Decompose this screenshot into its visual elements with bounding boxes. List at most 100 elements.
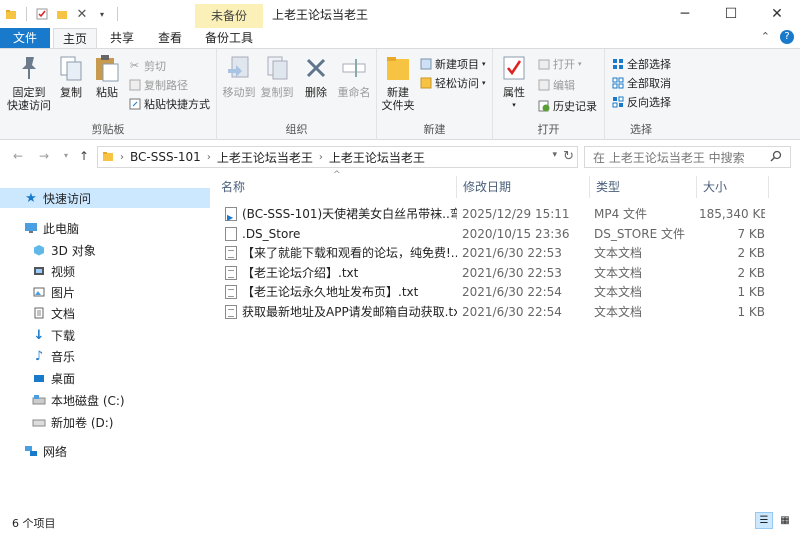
nav-quick-access[interactable]: ★ 快速访问 [0,188,210,208]
column-header-date[interactable]: 修改日期 [457,176,590,198]
invert-selection-icon [611,95,624,108]
pin-quick-access-button[interactable]: 固定到 快速访问 [6,53,52,112]
column-header-type[interactable]: 类型 [590,176,697,198]
nav-this-pc[interactable]: 此电脑 [24,218,79,238]
file-row[interactable]: 【老王论坛永久地址发布页】.txt 2021/6/30 22:54 文本文档 1 KB [221,282,776,302]
move-to-button[interactable]: 移动到 [221,53,257,99]
nav-new-volume-d[interactable]: 新加卷 (D:) [32,412,113,432]
column-header-size[interactable]: 大小 [697,176,769,198]
copy-button[interactable]: 复制 [56,53,86,99]
nav-3d-objects[interactable]: 3D 对象 [32,240,96,260]
forward-button[interactable]: → [36,148,52,164]
refresh-icon[interactable]: ↻ [563,149,574,164]
nav-music[interactable]: ♪ 音乐 [32,346,75,366]
nav-3d-objects-label: 3D 对象 [51,243,96,258]
nav-documents[interactable]: 文档 [32,303,75,323]
properties-button[interactable]: 属性 ▾ [497,53,531,112]
minimize-button[interactable]: ─ [662,0,708,28]
address-dropdown-icon[interactable]: ▾ [552,150,557,160]
edit-button[interactable]: 编辑 [537,76,575,93]
new-folder-icon[interactable] [55,7,69,21]
new-folder-button[interactable]: 新建 文件夹 [379,53,417,112]
open-label: 打开 [553,57,575,71]
copy-to-button[interactable]: 复制到 [259,53,295,99]
edit-label: 编辑 [553,78,575,92]
drive-icon [32,393,46,407]
paste-shortcut-button[interactable]: 粘贴快捷方式 [128,95,210,112]
delete-button[interactable]: 删除 [301,53,331,99]
file-row[interactable]: 获取最新地址及APP请发邮箱自动获取.txt 2021/6/30 22:54 文本文… [221,302,776,322]
select-all-button[interactable]: 全部选择 [611,55,671,72]
customize-dropdown-icon[interactable]: ▾ [95,7,109,21]
close-button[interactable]: ✕ [754,0,800,28]
file-name-cell[interactable]: .DS_Store [225,224,457,244]
nav-documents-label: 文档 [51,306,76,321]
easy-access-label: 轻松访问 [435,76,479,90]
up-button[interactable]: ↑ [76,148,92,164]
rename-button[interactable]: 重命名 [335,53,373,99]
tab-share[interactable]: 共享 [100,28,144,48]
file-row[interactable]: .DS_Store 2020/10/15 23:36 DS_STORE 文件 7 KB [221,224,776,244]
file-name: 获取最新地址及APP请发邮箱自动获取.txt [242,304,457,319]
details-view-button[interactable]: ☰ [755,512,773,529]
file-name-cell[interactable]: (BC-SSS-101)天使裙美女白丝吊带袜..弯... [225,204,457,224]
address-bar[interactable]: › BC-SSS-101 › 上老王论坛当老王 › 上老王论坛当老王 ▾ ↻ [97,146,578,168]
file-name-cell[interactable]: 获取最新地址及APP请发邮箱自动获取.txt [225,302,457,322]
breadcrumb-chevron-icon[interactable]: › [120,152,124,163]
nav-downloads[interactable]: ↓ 下载 [32,325,75,345]
file-name-cell[interactable]: 【老王论坛永久地址发布页】.txt [225,282,457,302]
file-row[interactable]: 【老王论坛介绍】.txt 2021/6/30 22:53 文本文档 2 KB [221,263,776,283]
new-folder-label: 新建 文件夹 [381,86,415,112]
address-row: ← → ▾ ↑ › BC-SSS-101 › 上老王论坛当老王 › 上老王论坛当… [0,140,800,172]
history-button[interactable]: 历史记录 [537,97,597,114]
search-input[interactable]: 在 上老王论坛当老王 中搜索 [593,149,745,166]
delete-x-icon[interactable]: ✕ [75,7,89,22]
breadcrumb-item[interactable]: 上老王论坛当老王 [217,149,313,166]
breadcrumb-chevron-icon[interactable]: › [319,152,323,163]
breadcrumb-chevron-icon[interactable]: › [207,152,211,163]
nav-videos[interactable]: 视频 [32,261,75,281]
chevron-down-icon: ▾ [482,59,486,68]
file-name-cell[interactable]: 【来了就能下载和观看的论坛，纯免费!... [225,243,457,263]
star-icon: ★ [25,190,37,206]
text-file-icon [225,265,237,280]
select-none-button[interactable]: 全部取消 [611,74,671,91]
collapse-ribbon-icon[interactable]: ⌃ [761,30,770,44]
help-icon[interactable]: ? [780,30,794,44]
tab-home[interactable]: 主页 [53,28,97,49]
search-box[interactable]: 在 上老王论坛当老王 中搜索 [584,146,791,168]
easy-access-button[interactable]: 轻松访问 ▾ [419,74,486,91]
invert-selection-button[interactable]: 反向选择 [611,93,671,110]
large-icons-view-button[interactable]: ▦ [776,512,794,529]
copy-path-button[interactable]: 复制路径 [128,76,188,93]
maximize-button[interactable]: ☐ [708,0,754,28]
tab-file[interactable]: 文件 [0,28,50,48]
paste-button[interactable]: 粘贴 [90,53,124,99]
back-button[interactable]: ← [10,148,26,164]
file-name-cell[interactable]: 【老王论坛介绍】.txt [225,263,457,283]
breadcrumb-item[interactable]: BC-SSS-101 [130,150,201,164]
properties-check-icon[interactable] [35,7,49,21]
nav-network[interactable]: 网络 [24,441,67,461]
new-item-button[interactable]: 新建项目 ▾ [419,55,486,72]
nav-pictures[interactable]: 图片 [32,282,75,302]
file-row[interactable]: (BC-SSS-101)天使裙美女白丝吊带袜..弯... 2025/12/29 1… [221,204,776,224]
breadcrumb-item[interactable]: 上老王论坛当老王 [329,149,425,166]
folder-icon [4,7,18,21]
properties-label: 属性 [503,86,525,99]
scissors-icon: ✂ [129,59,140,72]
tab-backup-tools[interactable]: 备份工具 [195,28,263,48]
file-type: 文本文档 [594,265,643,280]
open-button[interactable]: 打开 ▾ [537,55,582,72]
edit-icon [537,78,550,91]
file-name: 【老王论坛介绍】.txt [242,265,359,280]
group-new: 新建 文件夹 新建项目 ▾ 轻松访问 ▾ 新建 [377,49,493,140]
file-row[interactable]: 【来了就能下载和观看的论坛，纯免费!... 2021/6/30 22:53 文本文档… [221,243,776,263]
file-type: MP4 文件 [594,207,648,221]
tab-view[interactable]: 查看 [148,28,192,48]
column-header-name[interactable]: 名称 [215,176,457,198]
nav-local-disk-c[interactable]: 本地磁盘 (C:) [32,390,125,410]
nav-desktop[interactable]: 桌面 [32,368,75,388]
recent-locations-button[interactable]: ▾ [58,148,74,164]
cut-button[interactable]: ✂ 剪切 [128,57,166,74]
